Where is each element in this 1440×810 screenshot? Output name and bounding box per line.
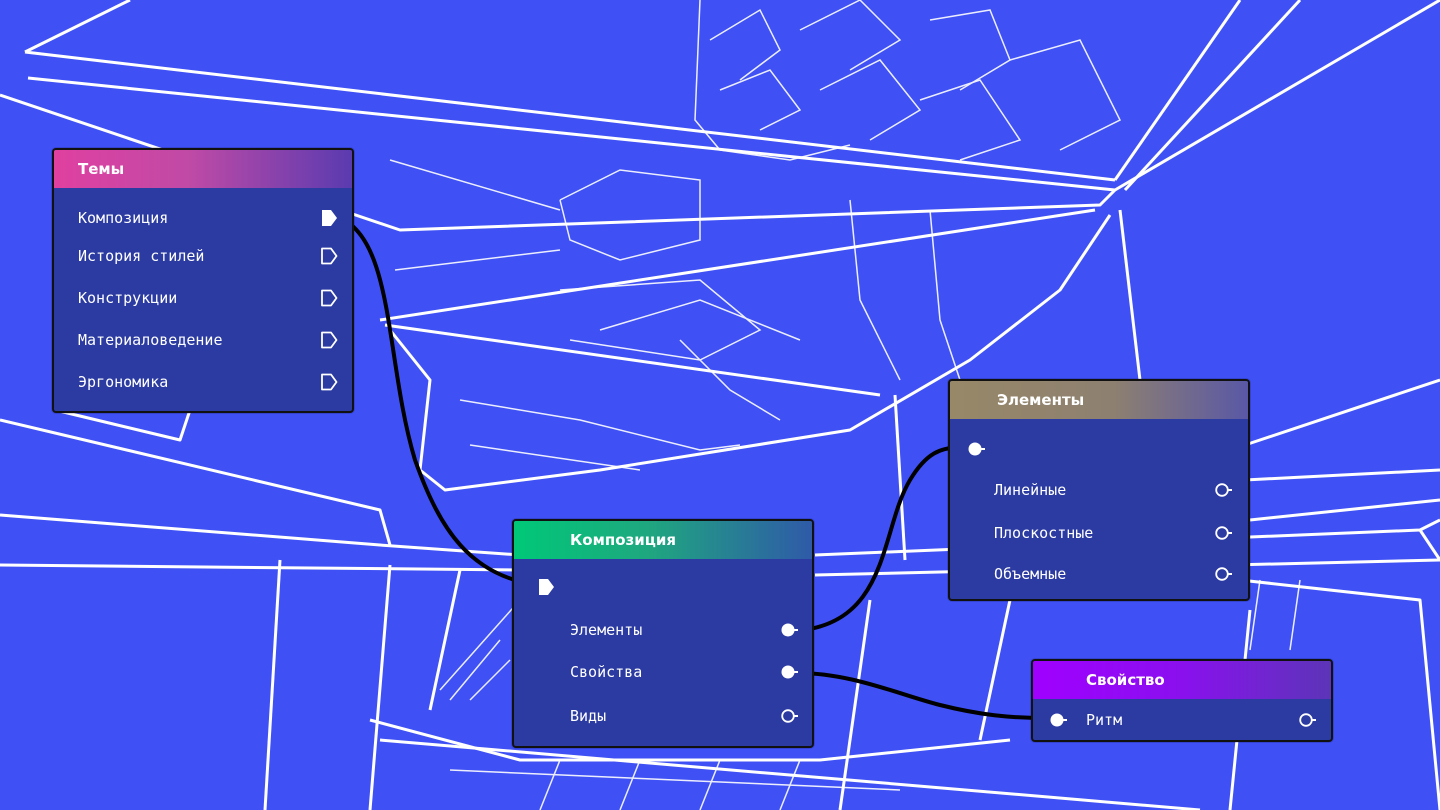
- node-elementy-row-3[interactable]: Объемные: [950, 562, 1248, 586]
- node-kompoziciya-row-2-label: Свойства: [570, 663, 643, 681]
- node-kompoziciya-row-1[interactable]: Элементы: [514, 618, 812, 642]
- node-svoistvo[interactable]: Свойство Ритм: [1031, 659, 1333, 742]
- output-socket-icon[interactable]: [1298, 711, 1316, 729]
- output-port-icon[interactable]: [320, 289, 338, 307]
- node-temy-row-5[interactable]: Эргономика: [54, 370, 352, 394]
- node-kompoziciya[interactable]: Композиция Элементы Свойства Виды: [512, 519, 814, 748]
- output-socket-icon[interactable]: [1214, 565, 1232, 583]
- output-socket-icon[interactable]: [780, 707, 798, 725]
- output-port-icon[interactable]: [320, 247, 338, 265]
- output-port-filled-icon[interactable]: [320, 209, 338, 227]
- node-temy-row-1[interactable]: Композиция: [54, 206, 352, 230]
- node-kompoziciya-row-1-label: Элементы: [570, 621, 643, 639]
- node-temy-header[interactable]: Темы: [54, 150, 352, 188]
- node-elementy-row-1[interactable]: Линейные: [950, 478, 1248, 502]
- node-kompoziciya-title: Композиция: [570, 531, 676, 549]
- input-socket-filled-icon[interactable]: [967, 440, 985, 458]
- node-svoistvo-row-1[interactable]: Ритм: [1033, 708, 1331, 732]
- node-kompoziciya-row-2[interactable]: Свойства: [514, 660, 812, 684]
- output-socket-icon[interactable]: [1214, 524, 1232, 542]
- output-port-icon[interactable]: [320, 373, 338, 391]
- output-socket-filled-icon[interactable]: [780, 663, 798, 681]
- node-elementy-title: Элементы: [997, 391, 1085, 409]
- node-temy-row-5-label: Эргономика: [78, 373, 169, 391]
- node-svoistvo-header[interactable]: Свойство: [1033, 661, 1331, 699]
- output-port-icon[interactable]: [320, 331, 338, 349]
- node-elementy[interactable]: Элементы Линейные Плоскостные Объемные: [948, 379, 1250, 601]
- node-temy-row-4-label: Материаловедение: [78, 331, 223, 349]
- node-kompoziciya-header[interactable]: Композиция: [514, 521, 812, 559]
- node-temy-row-3-label: Конструкции: [78, 289, 178, 307]
- node-temy-row-1-label: Композиция: [78, 209, 169, 227]
- node-kompoziciya-row-3-label: Виды: [570, 707, 607, 725]
- node-temy-row-2-label: История стилей: [78, 247, 205, 265]
- input-socket-filled-icon[interactable]: [1049, 711, 1067, 729]
- node-temy-title: Темы: [78, 160, 125, 178]
- output-socket-filled-icon[interactable]: [780, 621, 798, 639]
- node-elementy-row-3-label: Объемные: [994, 565, 1067, 583]
- node-svoistvo-title: Свойство: [1086, 671, 1165, 689]
- node-svoistvo-row-1-label: Ритм: [1086, 711, 1123, 729]
- node-temy[interactable]: Темы Композиция История стилей Конструкц…: [52, 148, 354, 413]
- node-temy-row-2[interactable]: История стилей: [54, 244, 352, 268]
- node-elementy-row-1-label: Линейные: [994, 481, 1067, 499]
- node-elementy-header[interactable]: Элементы: [950, 381, 1248, 419]
- input-port-filled-icon[interactable]: [537, 578, 555, 596]
- output-socket-icon[interactable]: [1214, 481, 1232, 499]
- node-temy-row-3[interactable]: Конструкции: [54, 286, 352, 310]
- node-elementy-row-2[interactable]: Плоскостные: [950, 521, 1248, 545]
- node-kompoziciya-row-3[interactable]: Виды: [514, 704, 812, 728]
- node-temy-row-4[interactable]: Материаловедение: [54, 328, 352, 352]
- node-elementy-row-2-label: Плоскостные: [994, 524, 1094, 542]
